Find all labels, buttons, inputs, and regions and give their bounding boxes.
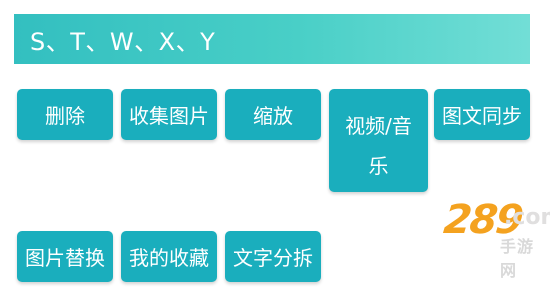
text-split-button[interactable]: 文字分拆 bbox=[225, 231, 321, 282]
my-favorites-button[interactable]: 我的收藏 bbox=[121, 231, 217, 282]
header-title: S、T、W、X、Y bbox=[30, 27, 216, 56]
video-audio-button[interactable]: 视频/音 乐 bbox=[329, 89, 428, 192]
watermark-suffix: .com bbox=[504, 205, 550, 230]
watermark-subtitle: 手游网 bbox=[500, 237, 535, 280]
collect-images-button[interactable]: 收集图片 bbox=[121, 89, 217, 140]
image-replace-button[interactable]: 图片替换 bbox=[17, 231, 113, 282]
video-audio-label-line1: 视频/音 bbox=[345, 113, 412, 138]
delete-button[interactable]: 删除 bbox=[17, 89, 113, 140]
zoom-button[interactable]: 缩放 bbox=[225, 89, 321, 140]
header-bar: S、T、W、X、Y bbox=[14, 14, 530, 64]
site-watermark-logo: 289 .com 手游网 bbox=[440, 183, 550, 280]
text-image-sync-button[interactable]: 图文同步 bbox=[434, 89, 530, 140]
video-audio-label-line2: 乐 bbox=[368, 153, 389, 178]
